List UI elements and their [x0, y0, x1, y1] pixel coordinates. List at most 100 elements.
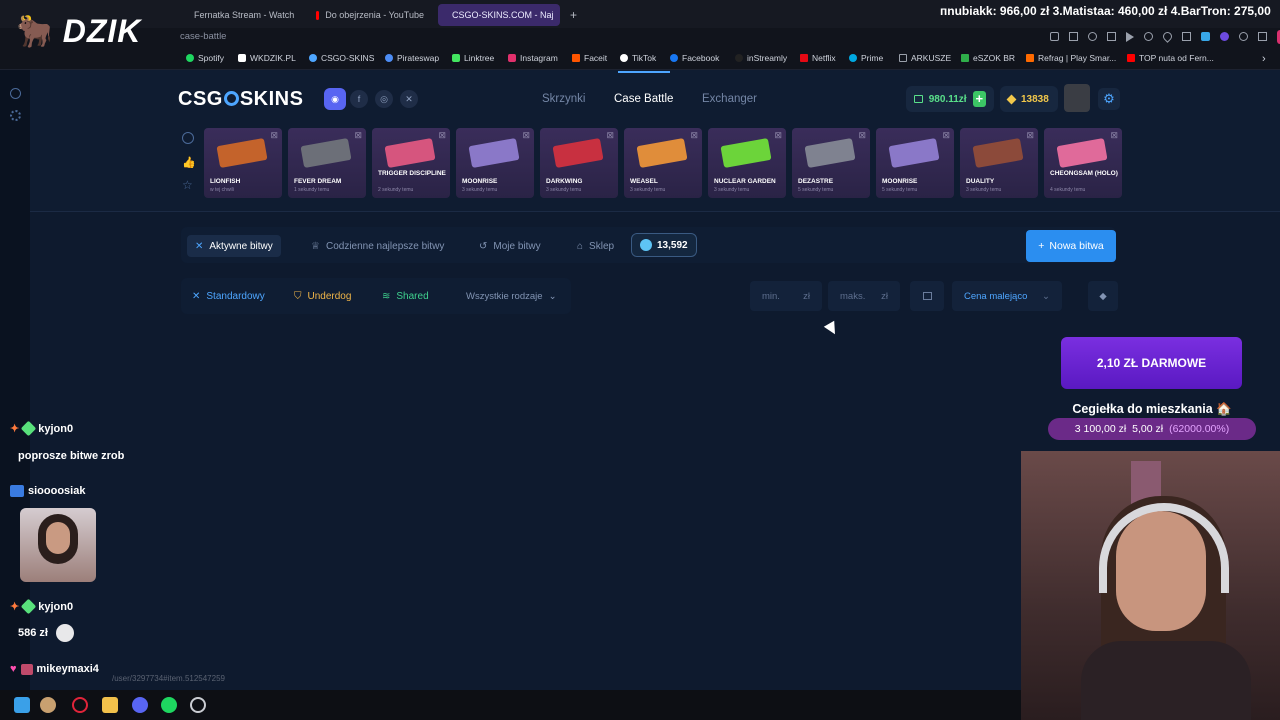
goal-progress: 3 100,00 zł 5,00 zł (62000.00%): [1048, 418, 1256, 440]
heart-icon[interactable]: [1161, 30, 1174, 43]
site-left-rail: [0, 70, 30, 720]
bookmark-eszok[interactable]: eSZOK BR: [961, 53, 1015, 63]
browser-tab[interactable]: Do obejrzenia - YouTube: [308, 4, 432, 26]
new-battle-button[interactable]: + Nowa bitwa: [1026, 230, 1116, 262]
avatar[interactable]: [1064, 84, 1090, 112]
x-twitter-icon[interactable]: ✕: [400, 90, 418, 108]
settings-gear-icon[interactable]: ⚙: [1098, 88, 1120, 110]
folder-icon[interactable]: [102, 697, 118, 713]
extension-icon[interactable]: [1201, 32, 1210, 41]
filter-underdog[interactable]: ⛉ Underdog: [294, 285, 351, 307]
skin-image: [888, 137, 940, 169]
bookmark-linktree[interactable]: Linktree: [452, 53, 494, 63]
clock-icon[interactable]: [182, 132, 194, 144]
play-icon[interactable]: [1126, 32, 1134, 42]
deposit-plus-button[interactable]: +: [972, 91, 986, 107]
case-icon: ⊠: [270, 130, 278, 140]
bookmark-tiktok[interactable]: TikTok: [620, 53, 656, 63]
live-drop-card[interactable]: ⊠ CHEONGSAM (HOLO) 4 sekundy temu: [1044, 128, 1122, 198]
gear-icon[interactable]: [10, 110, 21, 121]
live-drop-card[interactable]: ⊠ TRIGGER DISCIPLINE 2 sekundy temu: [372, 128, 450, 198]
bookmark-prime[interactable]: Prime: [849, 53, 883, 63]
live-drop-card[interactable]: ⊠ DEZASTRE 5 sekundy temu: [792, 128, 870, 198]
live-drop-card[interactable]: ⊠ LIONFISH w tej chwili: [204, 128, 282, 198]
browser-tab[interactable]: Fernatka Stream - Watch: [180, 4, 302, 26]
refrag-icon: [1026, 54, 1034, 62]
windows-start-icon[interactable]: [14, 697, 30, 713]
live-drop-card[interactable]: ⊠ WEASEL 3 sekundy temu: [624, 128, 702, 198]
bookmark-faceit[interactable]: Faceit: [572, 53, 607, 63]
battle-kind-select[interactable]: Wszystkie rodzaje ⌄: [466, 285, 557, 307]
min-price-input[interactable]: min. zł: [750, 281, 822, 311]
tab-my-battles[interactable]: ↺ Moje bitwy: [471, 235, 549, 257]
bookmark-instagram[interactable]: Instagram: [508, 53, 558, 63]
live-drop-card[interactable]: ⊠ MOONRISE 3 sekundy temu: [456, 128, 534, 198]
new-tab-button[interactable]: +: [562, 4, 582, 26]
nav-case-battle[interactable]: Case Battle: [614, 93, 673, 105]
puzzle-icon[interactable]: [1258, 32, 1267, 41]
bookmark-instreamly[interactable]: inStreamly: [735, 53, 787, 63]
bookmark-wkdzik[interactable]: WKDZIK.PL: [238, 53, 296, 63]
bookmark-csgo-skins[interactable]: CSGO-SKINS: [309, 53, 374, 63]
balance-display[interactable]: 980.11zł +: [906, 86, 994, 112]
live-drop-card[interactable]: ⊠ DARKWING 3 sekundy temu: [540, 128, 618, 198]
extension-icon[interactable]: [1220, 32, 1229, 41]
calendar-button[interactable]: [910, 281, 944, 311]
obs-icon[interactable]: [190, 697, 206, 713]
wallet-icon[interactable]: [1182, 32, 1191, 41]
bookmark-folder-arkusze[interactable]: ARKUSZE: [899, 53, 951, 63]
settings-icon[interactable]: [1239, 32, 1248, 41]
discord-icon[interactable]: [132, 697, 148, 713]
sort-select[interactable]: Cena malejąco ⌄: [952, 281, 1062, 311]
bookmark-facebook[interactable]: Facebook: [670, 53, 719, 63]
clear-filters-button[interactable]: ◆: [1088, 281, 1118, 311]
bookmark-top-nuta[interactable]: TOP nuta od Fern...: [1127, 53, 1214, 63]
free-bonus-button[interactable]: 2,10 ZŁ DARMOWE: [1061, 337, 1242, 389]
facebook-icon[interactable]: f: [350, 90, 368, 108]
site-logo[interactable]: CSG SKINS: [178, 88, 303, 111]
opera-icon[interactable]: [72, 697, 88, 713]
clock-icon[interactable]: [10, 88, 21, 99]
browser-toolbar: [1050, 30, 1280, 44]
instagram-icon[interactable]: ◎: [375, 90, 393, 108]
coins-display[interactable]: 13838: [1000, 86, 1058, 112]
live-drop-card[interactable]: ⊠ NUCLEAR GARDEN 3 sekundy temu: [708, 128, 786, 198]
app-icon[interactable]: [40, 697, 56, 713]
skin-name: TRIGGER DISCIPLINE: [378, 170, 446, 177]
history-icon[interactable]: [1144, 32, 1153, 41]
address-bar[interactable]: case-battle: [0, 28, 1280, 48]
wallet-icon: [914, 95, 923, 103]
block-icon[interactable]: [1088, 32, 1097, 41]
discord-icon[interactable]: ◉: [324, 88, 346, 110]
netflix-icon: [800, 54, 808, 62]
nav-exchanger[interactable]: Exchanger: [702, 93, 757, 105]
tab-active-battles[interactable]: ✕ Aktywne bitwy: [187, 235, 281, 257]
filter-standard[interactable]: ✕ Standardowy: [192, 285, 265, 307]
active-nav-indicator: [618, 71, 670, 73]
browser-tab-active[interactable]: CSGO-SKINS.COM - Naj: [438, 4, 560, 26]
bookmarks-overflow-chevron-icon[interactable]: ›: [1262, 53, 1266, 65]
pin-icon[interactable]: [1050, 32, 1059, 41]
case-icon: ⊠: [774, 130, 782, 140]
pirateswap-icon: [385, 54, 393, 62]
bookmark-refrag[interactable]: Refrag | Play Smar...: [1026, 53, 1116, 63]
camera-icon[interactable]: [1107, 32, 1116, 41]
nav-skrzynki[interactable]: Skrzynki: [542, 93, 585, 105]
live-drop-card[interactable]: ⊠ DUALITY 3 sekundy temu: [960, 128, 1038, 198]
max-price-input[interactable]: maks. zł: [828, 281, 900, 311]
spotify-icon[interactable]: [161, 697, 177, 713]
screenshot-icon[interactable]: [1069, 32, 1078, 41]
tab-shop[interactable]: ⌂ Sklep: [569, 235, 622, 257]
bookmark-pirateswap[interactable]: Pirateswap: [385, 53, 439, 63]
thumbs-up-icon[interactable]: 👍: [182, 156, 196, 169]
battle-coins-badge[interactable]: 13,592: [631, 233, 697, 257]
bookmark-spotify[interactable]: Spotify: [186, 53, 224, 63]
bookmark-netflix[interactable]: Netflix: [800, 53, 836, 63]
star-icon[interactable]: ☆: [182, 178, 193, 192]
tab-daily-best-battles[interactable]: ♕ Codzienne najlepsze bitwy: [303, 235, 452, 257]
live-drop-card[interactable]: ⊠ FEVER DREAM 1 sekundy temu: [288, 128, 366, 198]
live-drop-card[interactable]: ⊠ MOONRISE 5 sekundy temu: [876, 128, 954, 198]
case-icon: ⊠: [522, 130, 530, 140]
filter-shared[interactable]: ≋ Shared: [382, 285, 429, 307]
crossed-swords-icon: ✕: [192, 290, 201, 302]
